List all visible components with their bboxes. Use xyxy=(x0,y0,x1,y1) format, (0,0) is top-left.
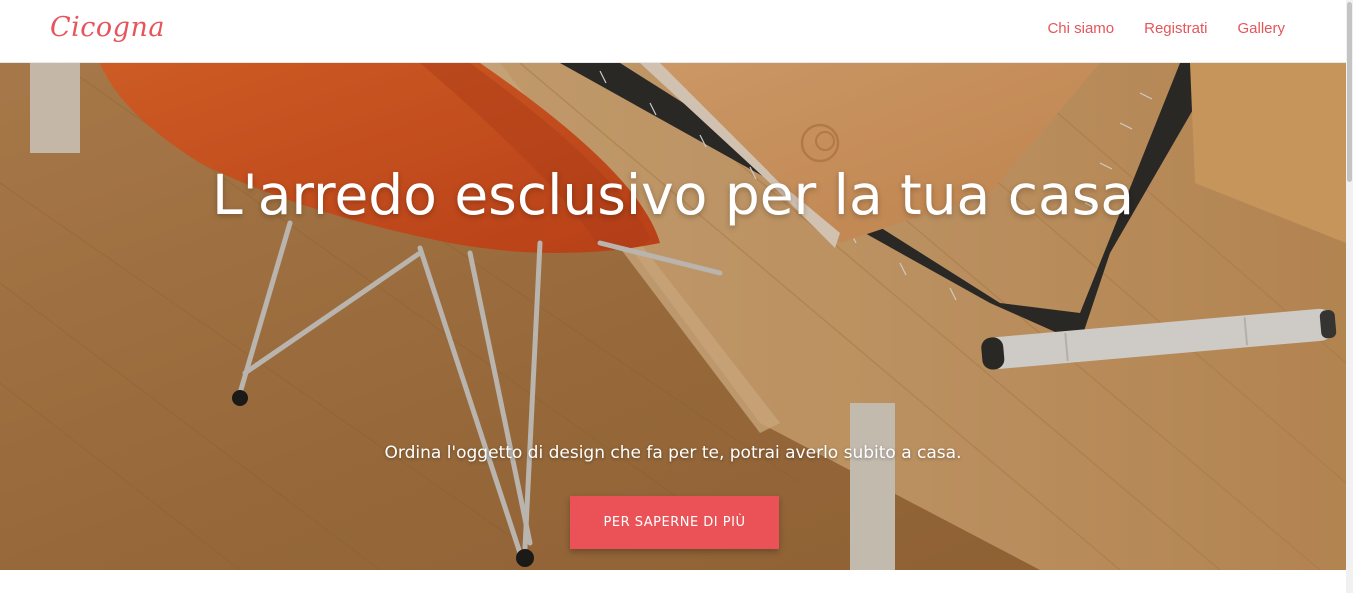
scrollbar[interactable] xyxy=(1346,0,1353,593)
navbar: Cicogna Chi siamo Registrati Gallery xyxy=(0,0,1353,63)
hero-subtitle: Ordina l'oggetto di design che fa per te… xyxy=(384,443,962,463)
hero-overlay xyxy=(0,63,1346,570)
scrollbar-thumb[interactable] xyxy=(1347,2,1352,182)
nav-links: Chi siamo Registrati Gallery xyxy=(1047,20,1285,37)
learn-more-button[interactable]: PER SAPERNE DI PIÙ xyxy=(570,496,779,549)
nav-link-chi-siamo[interactable]: Chi siamo xyxy=(1047,20,1114,37)
nav-link-gallery[interactable]: Gallery xyxy=(1237,20,1285,37)
hero-title: L'arredo esclusivo per la tua casa xyxy=(211,163,1135,227)
hero-section: L'arredo esclusivo per la tua casa Ordin… xyxy=(0,63,1346,570)
brand-logo[interactable]: Cicogna xyxy=(50,12,165,43)
nav-link-registrati[interactable]: Registrati xyxy=(1144,20,1207,37)
